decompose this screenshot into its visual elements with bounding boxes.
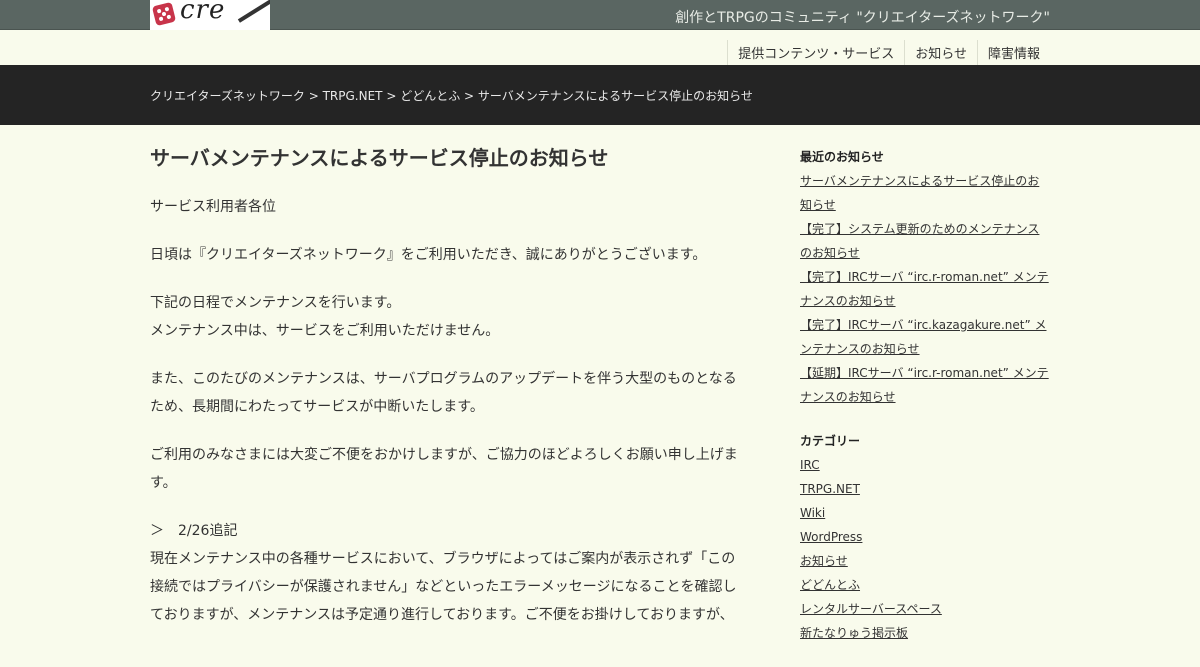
addendum-heading: ＞ 2/26追記 (150, 523, 238, 539)
article-paragraph: 下記の日程でメンテナンスを行います。 メンテナンス中は、サービスをご利用いただけ… (150, 289, 745, 345)
category-link[interactable]: IRC (800, 453, 1050, 477)
categories-list: IRC TRPG.NET Wiki WordPress お知らせ どどんとふ レ… (800, 453, 1050, 645)
pen-icon (237, 0, 270, 23)
categories-title: カテゴリー (800, 434, 861, 448)
article-paragraph: 日頃は『クリエイターズネットワーク』をご利用いただき、誠にありがとうございます。 (150, 247, 707, 263)
site-tagline: 創作とTRPGのコミュニティ "クリエイターズネットワーク" (675, 10, 1050, 26)
recent-post-link[interactable]: サーバメンテナンスによるサービス停止のお知らせ (800, 169, 1050, 217)
category-link[interactable]: お知らせ (800, 549, 1050, 573)
nav-item-news[interactable]: お知らせ (904, 40, 977, 65)
category-link[interactable]: どどんとふ (800, 573, 1050, 597)
category-link[interactable]: TRPG.NET (800, 477, 1050, 501)
nav-item-services[interactable]: 提供コンテンツ・サービス (727, 40, 904, 65)
article: サーバメンテナンスによるサービス停止のお知らせ サービス利用者各位 日頃は『クリ… (150, 145, 745, 649)
logo-text: cre (180, 0, 226, 25)
page-title: サーバメンテナンスによるサービス停止のお知らせ (150, 146, 609, 170)
article-line: 下記の日程でメンテナンスを行います。 (150, 295, 401, 311)
article-paragraph: また、このたびのメンテナンスは、サーバプログラムのアップデートを伴う大型のものと… (150, 371, 737, 415)
category-link[interactable]: Wiki (800, 501, 1050, 525)
breadcrumb-bar: クリエイターズネットワーク > TRPG.NET > どどんとふ > サーバメン… (0, 65, 1200, 125)
recent-post-link[interactable]: 【完了】システム更新のためのメンテナンスのお知らせ (800, 217, 1050, 265)
site-logo[interactable]: cre (150, 0, 270, 30)
category-link[interactable]: WordPress (800, 525, 1050, 549)
sidebar: 最近のお知らせ サーバメンテナンスによるサービス停止のお知らせ 【完了】システム… (800, 147, 1050, 667)
category-link[interactable]: レンタルサーバースペース (800, 597, 1050, 621)
global-nav: 提供コンテンツ・サービス お知らせ 障害情報 (0, 31, 1200, 65)
article-paragraph: サービス利用者各位 (150, 199, 276, 215)
recent-posts-list: サーバメンテナンスによるサービス停止のお知らせ 【完了】システム更新のためのメン… (800, 169, 1050, 409)
dice-icon (151, 1, 177, 27)
article-paragraph: ご利用のみなさまには大変ご不便をおかけしますが、ご協力のほどよろしくお願い申し上… (150, 447, 738, 491)
site-header: cre 創作とTRPGのコミュニティ "クリエイターズネットワーク" (0, 0, 1200, 30)
article-line: 現在メンテナンス中の各種サービスにおいて、ブラウザによってはご案内が表示されず「… (150, 551, 737, 623)
recent-post-link[interactable]: 【完了】IRCサーバ “irc.kazagakure.net” メンテナンスのお… (800, 313, 1050, 361)
category-link[interactable]: 新たなりゅう掲示板 (800, 621, 1050, 645)
article-paragraph: ＞ 2/26追記 現在メンテナンス中の各種サービスにおいて、ブラウザによってはご… (150, 517, 745, 629)
recent-post-link[interactable]: 【完了】IRCサーバ “irc.r-roman.net” メンテナンスのお知らせ (800, 265, 1050, 313)
recent-post-link[interactable]: 【延期】IRCサーバ “irc.r-roman.net” メンテナンスのお知らせ (800, 361, 1050, 409)
nav-item-incidents[interactable]: 障害情報 (976, 40, 1050, 65)
recent-posts-title: 最近のお知らせ (800, 150, 884, 164)
article-line: メンテナンス中は、サービスをご利用いただけません。 (150, 323, 500, 339)
breadcrumb[interactable]: クリエイターズネットワーク > TRPG.NET > どどんとふ > サーバメン… (150, 87, 753, 104)
